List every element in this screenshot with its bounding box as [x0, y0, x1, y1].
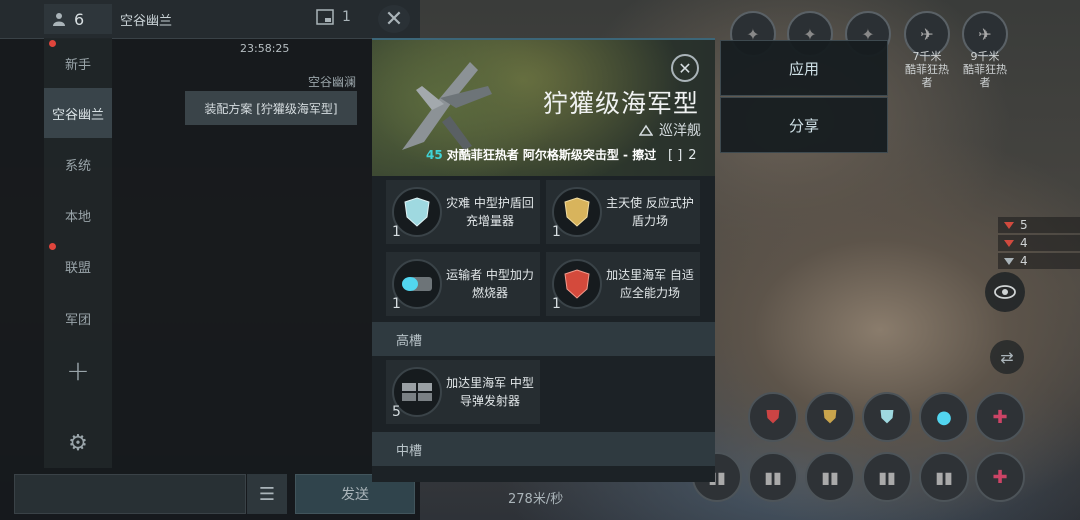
- hud-module-slot[interactable]: ▮▮: [919, 452, 969, 502]
- shield-module-icon: ⛊: [766, 406, 780, 428]
- chat-panel: 6 空谷幽兰 1 ✕ 新手 空谷幽兰 系统 本地 联盟 军团 + ⚙ 23:58…: [0, 0, 420, 520]
- member-list-icon: [316, 9, 334, 25]
- hud-module-slot[interactable]: ⛊: [862, 392, 912, 442]
- fitting-module[interactable]: 5 加达里海军 中型导弹发射器: [386, 360, 540, 424]
- launcher-module-icon: ▮▮: [764, 467, 782, 487]
- afterburner-module-icon: ●: [936, 406, 952, 428]
- hull-stat: 4: [998, 253, 1080, 269]
- ship-status-panel: 5 4 4: [998, 217, 1080, 271]
- slot-count: [ ] 2: [668, 148, 697, 163]
- chat-menu-button[interactable]: ☰: [247, 474, 287, 514]
- fitting-link-message[interactable]: 装配方案 [狞獾级海军型]: [185, 91, 357, 125]
- sidebar-item-channel[interactable]: 空谷幽兰: [44, 88, 112, 138]
- target-label-4: 7千米 酷菲狂热者: [905, 50, 949, 89]
- ship-target-icon: ✈: [920, 24, 934, 44]
- settings-button[interactable]: ⚙: [44, 418, 112, 468]
- chat-channel-title: 空谷幽兰: [120, 14, 173, 29]
- combat-notification: 45 对酷菲狂热者 阿尔格斯级突击型 - 擦过: [426, 148, 657, 162]
- shield-icon: [1004, 221, 1014, 229]
- armor-icon: [1004, 239, 1014, 247]
- message-timestamp: 23:58:25: [240, 42, 290, 55]
- fitting-module[interactable]: 1 运输者 中型加力燃烧器: [386, 252, 540, 316]
- shield-stat: 5: [998, 217, 1080, 233]
- sidebar-item-local[interactable]: 本地: [44, 190, 112, 240]
- unread-dot: [49, 40, 56, 47]
- launcher-module-icon: ▮▮: [935, 467, 953, 487]
- swap-button[interactable]: ⇄: [990, 340, 1024, 374]
- hud-module-slot[interactable]: ✚: [975, 452, 1025, 502]
- hud-module-slot[interactable]: ⛊: [805, 392, 855, 442]
- close-modal-button[interactable]: ✕: [671, 54, 699, 82]
- message-sender: 空谷幽澜: [307, 75, 356, 89]
- sidebar-item-newbie[interactable]: 新手: [44, 38, 112, 88]
- add-channel-button[interactable]: +: [44, 345, 112, 395]
- ship-name: 狞獾级海军型: [542, 89, 699, 118]
- unread-dot: [49, 243, 56, 250]
- channel-sidebar: 新手 空谷幽兰 系统 本地 联盟 军团 + ⚙: [44, 38, 112, 468]
- close-icon: ✕: [384, 6, 404, 32]
- launcher-module-icon: ▮▮: [821, 467, 839, 487]
- hud-module-slot[interactable]: ✚: [975, 392, 1025, 442]
- swap-icon: ⇄: [1000, 347, 1014, 367]
- share-fitting-button[interactable]: 分享: [720, 97, 888, 153]
- channel-user-count[interactable]: 6: [44, 4, 112, 34]
- hud-module-slot[interactable]: ▮▮: [805, 452, 855, 502]
- shield-module-icon: ⛊: [880, 406, 894, 428]
- close-chat-button[interactable]: ✕: [378, 5, 410, 33]
- hud-module-slot[interactable]: ▮▮: [748, 452, 798, 502]
- fitting-modal: 狞獾级海军型 巡洋舰 ✕ 45 对酷菲狂热者 阿尔格斯级突击型 - 擦过 [ ] 2…: [372, 38, 715, 482]
- hull-icon: [1004, 257, 1014, 265]
- target-label-5: 9千米 酷菲狂热者: [963, 50, 1007, 89]
- ship-target-icon: ✈: [978, 24, 992, 44]
- hud-module-slot[interactable]: ▮▮: [862, 452, 912, 502]
- repair-module-icon: ✚: [992, 466, 1008, 488]
- gear-icon: ⚙: [68, 430, 88, 456]
- close-icon: ✕: [678, 58, 692, 78]
- ship-class-icon: [639, 124, 653, 136]
- shield-module-icon: ⛊: [823, 406, 837, 428]
- sidebar-item-alliance[interactable]: 联盟: [44, 241, 112, 291]
- repair-module-icon: ✚: [992, 406, 1008, 428]
- member-list-button[interactable]: 1: [316, 9, 351, 25]
- fitting-module[interactable]: 1 加达里海军 自适应全能力场: [546, 252, 700, 316]
- ship-class: 巡洋舰: [639, 120, 701, 140]
- speed-readout: 278米/秒: [508, 492, 564, 507]
- sidebar-item-system[interactable]: 系统: [44, 139, 112, 189]
- user-count-value: 6: [74, 9, 85, 29]
- launcher-module-icon: ▮▮: [878, 467, 896, 487]
- hud-module-slot[interactable]: ●: [919, 392, 969, 442]
- user-icon: [53, 13, 65, 26]
- hud-module-slot[interactable]: ⛊: [748, 392, 798, 442]
- high-slot-section: 高槽: [372, 322, 715, 356]
- armor-stat: 4: [998, 235, 1080, 251]
- chat-input[interactable]: [14, 474, 246, 514]
- fitting-module[interactable]: 1 灾难 中型护盾回充增量器: [386, 180, 540, 244]
- eye-view-button[interactable]: [985, 272, 1025, 312]
- menu-icon: ☰: [258, 483, 276, 505]
- eye-icon: [994, 285, 1016, 299]
- bracket-icon: [ ]: [668, 148, 683, 163]
- plus-icon: +: [66, 353, 90, 387]
- ship-header: 狞獾级海军型 巡洋舰 ✕ 45 对酷菲狂热者 阿尔格斯级突击型 - 擦过 [ ] 2: [372, 40, 715, 176]
- mid-slot-section: 中槽: [372, 432, 715, 466]
- fitting-module[interactable]: 1 主天使 反应式护盾力场: [546, 180, 700, 244]
- member-count: 1: [342, 9, 351, 25]
- apply-fitting-button[interactable]: 应用: [720, 40, 888, 96]
- ship-image: [402, 62, 492, 150]
- sidebar-item-corporation[interactable]: 军团: [44, 293, 112, 343]
